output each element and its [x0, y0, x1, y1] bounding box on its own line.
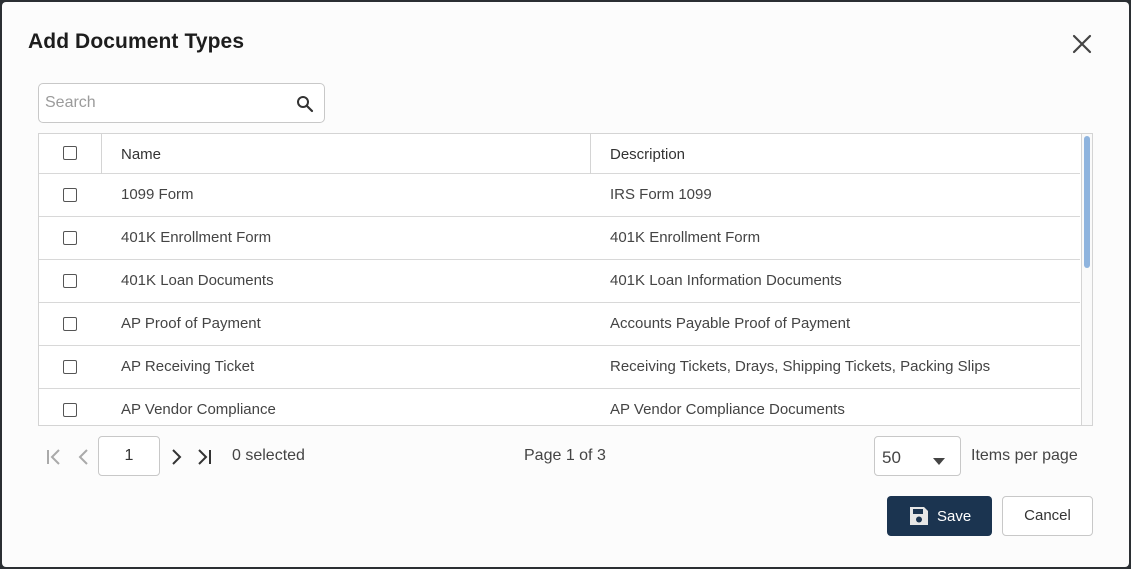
- table-row[interactable]: AP Vendor Compliance AP Vendor Compliance…: [39, 389, 1080, 425]
- pagination-bar: 1 0 selected Page 1 of 3 50 Items per pa…: [2, 436, 1129, 478]
- row-checkbox[interactable]: [63, 274, 77, 288]
- row-checkbox[interactable]: [63, 403, 77, 417]
- next-page-icon[interactable]: [166, 448, 186, 466]
- row-checkbox[interactable]: [63, 317, 77, 331]
- cancel-button[interactable]: Cancel: [1002, 496, 1093, 536]
- cell-description: IRS Form 1099: [610, 186, 712, 203]
- cell-name: 1099 Form: [121, 186, 194, 203]
- close-icon[interactable]: [1068, 30, 1096, 58]
- scrollbar-thumb[interactable]: [1084, 136, 1090, 268]
- add-document-types-dialog: Add Document Types Name Description 1099…: [2, 2, 1129, 567]
- last-page-icon[interactable]: [195, 448, 215, 466]
- cell-description: 401K Loan Information Documents: [610, 272, 842, 289]
- items-per-page-value: 50: [882, 448, 901, 467]
- document-types-table: Name Description 1099 Form IRS Form 1099 4…: [38, 133, 1093, 426]
- cell-name: 401K Enrollment Form: [121, 229, 272, 246]
- first-page-icon[interactable]: [44, 448, 64, 466]
- table-row[interactable]: AP Receiving Ticket Receiving Tickets, Dr…: [39, 346, 1080, 389]
- table-row[interactable]: AP Proof of Payment Accounts Payable Proo…: [39, 303, 1080, 346]
- save-button[interactable]: Save: [887, 496, 992, 536]
- search-icon[interactable]: [296, 95, 314, 113]
- chevron-down-icon: [933, 453, 945, 465]
- search-box: [38, 83, 325, 123]
- table-row[interactable]: 401K Enrollment Form 401K Enrollment Form: [39, 217, 1080, 260]
- dialog-title: Add Document Types: [28, 30, 245, 53]
- row-checkbox[interactable]: [63, 188, 77, 202]
- cell-name: AP Vendor Compliance: [121, 401, 276, 418]
- page-info: Page 1 of 3: [524, 447, 606, 464]
- table-row[interactable]: 401K Loan Documents 401K Loan Information…: [39, 260, 1080, 303]
- items-per-page-label: Items per page: [971, 447, 1078, 464]
- save-button-label: Save: [937, 508, 972, 525]
- column-header-name[interactable]: Name: [121, 146, 161, 163]
- table-header-row: Name Description: [39, 134, 1080, 174]
- cell-description: 401K Enrollment Form: [610, 229, 761, 246]
- table-scrollbar[interactable]: [1081, 134, 1092, 425]
- row-checkbox[interactable]: [63, 231, 77, 245]
- cell-description: Accounts Payable Proof of Payment: [610, 315, 851, 332]
- selected-count: 0 selected: [232, 447, 305, 464]
- items-per-page-select[interactable]: 50: [874, 436, 961, 476]
- column-header-description[interactable]: Description: [610, 146, 685, 163]
- select-all-checkbox[interactable]: [63, 146, 77, 160]
- cell-name: AP Proof of Payment: [121, 315, 261, 332]
- save-icon: [909, 506, 929, 526]
- previous-page-icon[interactable]: [74, 448, 94, 466]
- cell-name: AP Receiving Ticket: [121, 358, 255, 375]
- current-page-input[interactable]: 1: [98, 436, 160, 476]
- search-input[interactable]: [45, 92, 285, 114]
- row-checkbox[interactable]: [63, 360, 77, 374]
- cell-description: Receiving Tickets, Drays, Shipping Ticke…: [610, 358, 991, 375]
- table-row[interactable]: 1099 Form IRS Form 1099: [39, 174, 1080, 217]
- cell-name: 401K Loan Documents: [121, 272, 274, 289]
- cell-description: AP Vendor Compliance Documents: [610, 401, 845, 418]
